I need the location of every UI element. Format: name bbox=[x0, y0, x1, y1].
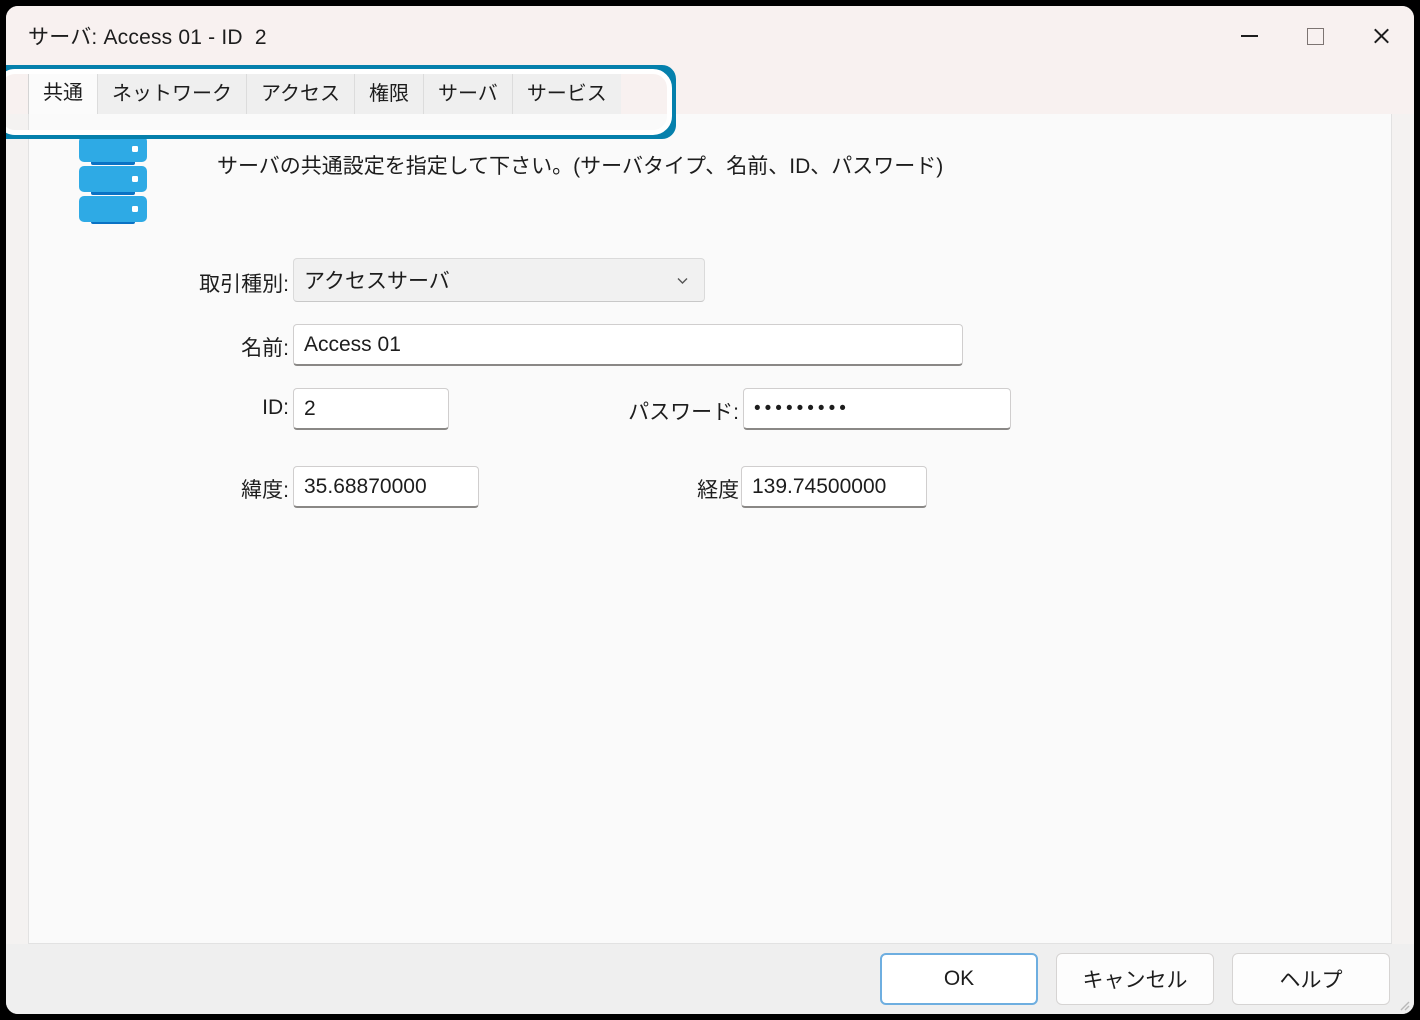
title-bar: サーバ: Access 01 - ID 2 bbox=[6, 6, 1414, 66]
ok-button[interactable]: OK bbox=[880, 953, 1038, 1005]
latitude-value: 35.68870000 bbox=[304, 474, 427, 498]
id-label: ID: bbox=[262, 396, 289, 419]
tab-permission[interactable]: 権限 bbox=[354, 68, 423, 114]
close-button[interactable] bbox=[1348, 6, 1414, 66]
longitude-input[interactable]: 139.74500000 bbox=[741, 466, 927, 508]
server-stack-icon bbox=[79, 136, 147, 224]
tab-strip: 共通 ネットワーク アクセス 権限 サーバ サービス bbox=[6, 65, 1414, 139]
longitude-label: 経度: bbox=[697, 479, 745, 502]
type-label: 取引種別: bbox=[199, 273, 289, 296]
help-label: ヘルプ bbox=[1279, 969, 1343, 992]
panel-description: サーバの共通設定を指定して下さい。(サーバタイプ、名前、ID、パスワード) bbox=[217, 155, 944, 178]
longitude-value: 139.74500000 bbox=[752, 474, 887, 498]
tab-label: 権限 bbox=[369, 83, 409, 105]
cancel-label: キャンセル bbox=[1082, 969, 1188, 992]
latitude-label: 緯度: bbox=[241, 479, 289, 502]
tab-label: ネットワーク bbox=[112, 83, 232, 105]
tab-label: サーバ bbox=[438, 83, 498, 105]
tab-label: サービス bbox=[526, 83, 607, 105]
id-value: 2 bbox=[304, 396, 316, 420]
maximize-button[interactable] bbox=[1282, 6, 1348, 66]
content-header: サーバの共通設定を指定して下さい。(サーバタイプ、名前、ID、パスワード) bbox=[77, 132, 943, 224]
tab-access[interactable]: アクセス bbox=[246, 68, 354, 114]
password-value: ••••••••• bbox=[754, 398, 850, 419]
tab-label: アクセス bbox=[261, 83, 340, 105]
dialog-footer: OK キャンセル ヘルプ bbox=[6, 944, 1414, 1014]
server-settings-dialog: サーバ: Access 01 - ID 2 共通 ネットワーク アクセス 権限 … bbox=[6, 6, 1414, 1014]
form-row-type: 取引種別: アクセスサーバ bbox=[29, 254, 1391, 310]
ok-label: OK bbox=[943, 967, 975, 990]
tab-label: 共通 bbox=[43, 82, 83, 104]
tab-server[interactable]: サーバ bbox=[423, 68, 512, 114]
tab-network[interactable]: ネットワーク bbox=[97, 68, 246, 114]
type-select[interactable]: アクセスサーバ bbox=[293, 258, 705, 302]
type-value: アクセスサーバ bbox=[304, 270, 450, 293]
chevron-down-icon bbox=[675, 273, 690, 288]
form-row-name: 名前: Access 01 bbox=[29, 310, 1391, 366]
resize-grip-icon[interactable] bbox=[1396, 997, 1410, 1011]
cancel-button[interactable]: キャンセル bbox=[1056, 953, 1214, 1005]
tab-content-panel: サーバの共通設定を指定して下さい。(サーバタイプ、名前、ID、パスワード) 取引… bbox=[28, 114, 1392, 944]
latitude-input[interactable]: 35.68870000 bbox=[293, 466, 479, 508]
maximize-icon bbox=[1306, 27, 1324, 45]
tab-common[interactable]: 共通 bbox=[28, 66, 97, 114]
name-label: 名前: bbox=[241, 337, 289, 360]
name-value: Access 01 bbox=[304, 332, 401, 356]
settings-form: 取引種別: アクセスサーバ 名前: Access 01 ID: 2 パスワード:… bbox=[29, 254, 1391, 508]
name-input[interactable]: Access 01 bbox=[293, 324, 963, 366]
form-row-id-password: ID: 2 パスワード: ••••••••• bbox=[29, 366, 1391, 430]
minimize-button[interactable] bbox=[1216, 6, 1282, 66]
form-row-coordinates: 緯度: 35.68870000 経度: 139.74500000 bbox=[29, 422, 1391, 508]
window-title: サーバ: Access 01 - ID 2 bbox=[28, 26, 267, 49]
close-icon bbox=[1372, 27, 1391, 46]
minimize-icon bbox=[1240, 35, 1258, 37]
window-controls bbox=[1216, 6, 1414, 66]
tab-service[interactable]: サービス bbox=[511, 68, 621, 114]
help-button[interactable]: ヘルプ bbox=[1232, 953, 1390, 1005]
